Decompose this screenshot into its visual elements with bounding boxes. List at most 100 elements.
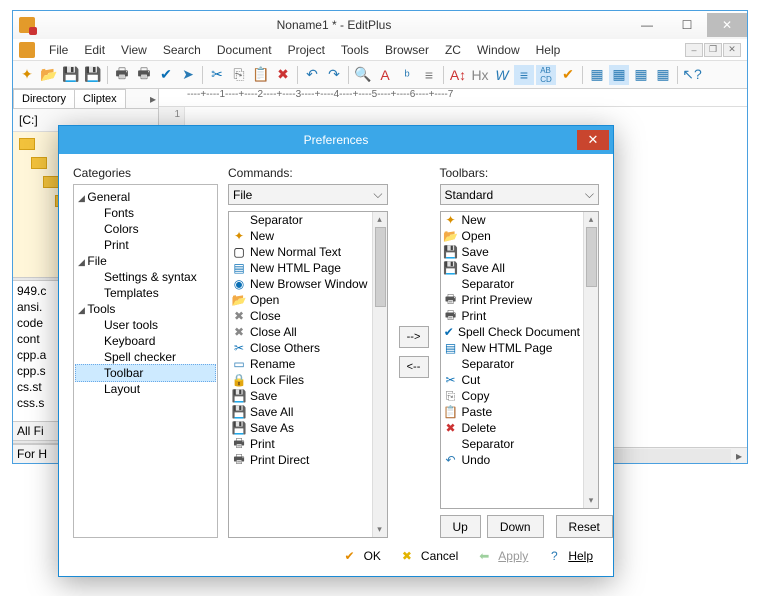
list-item[interactable]: Separator [441, 436, 584, 452]
toolbar-print-icon[interactable]: 🖶 [112, 65, 132, 85]
menu-file[interactable]: File [41, 41, 76, 59]
toolbar-help-icon[interactable]: ↖? [682, 65, 702, 85]
toolbar-preview-icon[interactable]: 🖶 [134, 65, 154, 85]
scroll-right-icon[interactable]: ▸ [731, 449, 747, 463]
toolbar-check-icon[interactable]: ✔ [558, 65, 578, 85]
list-item[interactable]: ▤New HTML Page [441, 340, 584, 356]
toolbars-combo[interactable]: Standard ⌵ [440, 184, 600, 205]
tree-item[interactable]: Print [76, 237, 215, 253]
list-item[interactable]: 💾Save [441, 244, 584, 260]
cancel-button[interactable]: ✖Cancel [399, 548, 458, 564]
move-left-button[interactable]: <-- [399, 356, 429, 378]
toolbar-win3-icon[interactable]: ▦ [631, 65, 651, 85]
list-item[interactable]: 💾Save [229, 388, 372, 404]
toolbar-find-icon[interactable]: 🔍 [353, 65, 373, 85]
list-item[interactable]: 📂Open [441, 228, 584, 244]
list-item[interactable]: ✂Close Others [229, 340, 372, 356]
ok-button[interactable]: ✔OK [342, 548, 381, 564]
mdi-restore-button[interactable]: ❐ [704, 43, 722, 57]
scroll-down-icon[interactable]: ▾ [584, 493, 598, 508]
toolbar-abcd-icon[interactable]: ABCD [536, 65, 556, 85]
list-item[interactable]: Separator [441, 276, 584, 292]
list-item[interactable]: ▢New Normal Text [229, 244, 372, 260]
menu-project[interactable]: Project [280, 41, 333, 59]
tree-tools[interactable]: Tools [76, 301, 215, 317]
toolbar-win2-icon[interactable]: ▦ [609, 65, 629, 85]
toolbar-redo-icon[interactable]: ↷ [324, 65, 344, 85]
scroll-up-icon[interactable]: ▴ [373, 212, 387, 227]
list-item[interactable]: ✖Close [229, 308, 372, 324]
menu-view[interactable]: View [113, 41, 155, 59]
list-item[interactable]: ◉New Browser Window [229, 276, 372, 292]
scroll-thumb[interactable] [375, 227, 386, 307]
tree-item[interactable]: Layout [76, 381, 215, 397]
toolbar-paste-icon[interactable]: 📋 [251, 65, 271, 85]
toolbar-saveall-icon[interactable]: 💾 [83, 65, 103, 85]
toolbar-win4-icon[interactable]: ▦ [653, 65, 673, 85]
toolbar-win1-icon[interactable]: ▦ [587, 65, 607, 85]
list-item[interactable]: 🖶Print [441, 308, 584, 324]
list-item[interactable]: ▤New HTML Page [229, 260, 372, 276]
list-item[interactable]: ✂Cut [441, 372, 584, 388]
toolbar-new-icon[interactable]: ✦ [17, 65, 37, 85]
up-button[interactable]: Up [440, 515, 481, 538]
list-item[interactable]: 📂Open [229, 292, 372, 308]
list-item[interactable]: ✦New [229, 228, 372, 244]
list-item[interactable]: ✔Spell Check Document [441, 324, 584, 340]
commands-list[interactable]: Separator✦New▢New Normal Text▤New HTML P… [228, 211, 388, 538]
tab-directory[interactable]: Directory [13, 89, 75, 108]
toolbar-copy-icon[interactable]: ⎘ [229, 65, 249, 85]
help-button[interactable]: ?Help [546, 548, 593, 564]
tree-item[interactable]: Keyboard [76, 333, 215, 349]
list-item[interactable]: ✖Close All [229, 324, 372, 340]
menu-help[interactable]: Help [528, 41, 569, 59]
list-item[interactable]: ▭Rename [229, 356, 372, 372]
list-item[interactable]: 🖶Print Preview [441, 292, 584, 308]
list-item[interactable]: Separator [441, 356, 584, 372]
toolbar-cut-icon[interactable]: ✂ [207, 65, 227, 85]
toolbar-open-icon[interactable]: 📂 [39, 65, 59, 85]
move-right-button[interactable]: --> [399, 326, 429, 348]
tree-item[interactable]: Spell checker [76, 349, 215, 365]
commands-combo[interactable]: File ⌵ [228, 184, 388, 205]
scroll-thumb[interactable] [586, 227, 597, 287]
apply-button[interactable]: ⬅Apply [476, 548, 528, 564]
toolbar-arrow-icon[interactable]: ➤ [178, 65, 198, 85]
toolbar-undo-icon[interactable]: ↶ [302, 65, 322, 85]
toolbar-a2-icon[interactable]: A↕ [448, 65, 468, 85]
tree-item[interactable]: Settings & syntax [76, 269, 215, 285]
menu-tools[interactable]: Tools [333, 41, 377, 59]
menu-window[interactable]: Window [469, 41, 528, 59]
dialog-close-button[interactable]: ✕ [577, 130, 609, 150]
tree-item[interactable]: User tools [76, 317, 215, 333]
toolbar-hx-icon[interactable]: Hx [470, 65, 490, 85]
menu-document[interactable]: Document [209, 41, 280, 59]
close-button[interactable]: ✕ [707, 13, 747, 37]
toolbar-num-icon[interactable]: ≡ [514, 65, 534, 85]
list-item[interactable]: ⎘Copy [441, 388, 584, 404]
toolbar-spell-icon[interactable]: ✔ [156, 65, 176, 85]
list-item[interactable]: ↶Undo [441, 452, 584, 468]
list-item[interactable]: ✖Delete [441, 420, 584, 436]
menu-search[interactable]: Search [155, 41, 209, 59]
menu-browser[interactable]: Browser [377, 41, 437, 59]
down-button[interactable]: Down [487, 515, 544, 538]
tree-item[interactable]: Colors [76, 221, 215, 237]
menu-zc[interactable]: ZC [437, 41, 469, 59]
toolbar-delete-icon[interactable]: ✖ [273, 65, 293, 85]
toolbar-w-icon[interactable]: W [492, 65, 512, 85]
list-item[interactable]: 📋Paste [441, 404, 584, 420]
tab-overflow-icon[interactable]: ▸ [125, 89, 158, 108]
scrollbar[interactable]: ▴ ▾ [372, 212, 387, 537]
list-item[interactable]: 🖶Print [229, 436, 372, 452]
mdi-minimize-button[interactable]: – [685, 43, 703, 57]
list-item[interactable]: Separator [229, 212, 372, 228]
toolbar-eq-icon[interactable]: ≡ [419, 65, 439, 85]
list-item[interactable]: 💾Save All [229, 404, 372, 420]
categories-tree[interactable]: General FontsColorsPrint File Settings &… [73, 184, 218, 538]
toolbars-list[interactable]: ✦New📂Open💾Save💾Save AllSeparator🖶Print P… [440, 211, 600, 509]
reset-button[interactable]: Reset [556, 515, 613, 538]
minimize-button[interactable]: — [627, 13, 667, 37]
tab-cliptext[interactable]: Cliptex [74, 89, 126, 108]
toolbar-a-icon[interactable]: A [375, 65, 395, 85]
